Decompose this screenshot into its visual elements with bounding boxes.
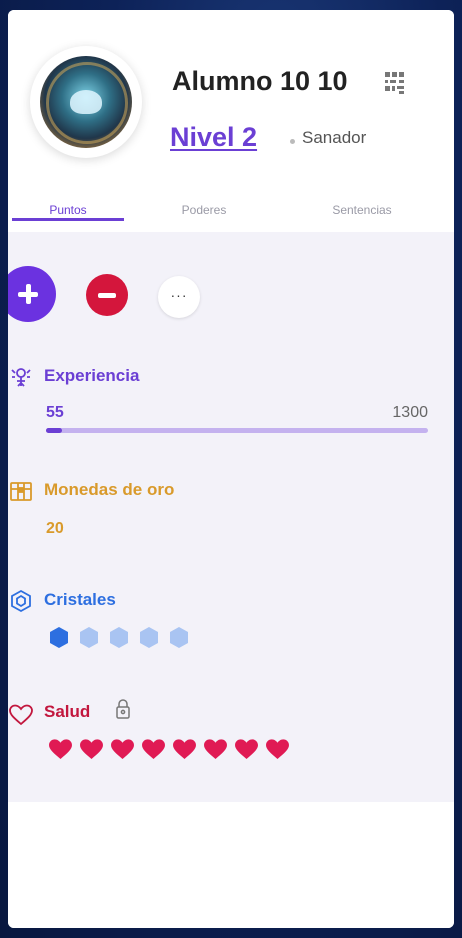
lock-icon[interactable] [114, 698, 132, 720]
level-link[interactable]: Nivel 2 [170, 122, 257, 153]
experience-progress-bar [46, 428, 428, 433]
more-options-button[interactable]: ··· [158, 276, 200, 318]
heart-outline-icon [9, 704, 33, 726]
heart-icon [173, 739, 196, 760]
student-card: Alumno 10 10 Nivel 2 Sanador Puntos Pode… [8, 10, 454, 928]
avatar-image [40, 56, 132, 148]
heart-icon [111, 739, 134, 760]
heart-icon [266, 739, 289, 760]
gold-value: 20 [46, 520, 64, 537]
gold-label: Monedas de oro [44, 480, 175, 499]
add-points-button[interactable] [8, 266, 56, 322]
health-meter [48, 738, 290, 760]
crystal-empty-icon [110, 627, 128, 648]
points-panel: ··· Experiencia 55 1300 Monedas de oro 2… [8, 232, 454, 802]
more-dots-icon: ··· [170, 287, 188, 303]
remove-points-button[interactable] [86, 274, 128, 316]
crystal-filled-icon [50, 627, 68, 648]
crystal-empty-icon [80, 627, 98, 648]
student-name: Alumno 10 10 [172, 66, 348, 96]
separator-dot [290, 139, 295, 144]
tab-points[interactable]: Puntos [12, 190, 124, 230]
experience-max: 1300 [392, 404, 428, 421]
experience-icon [11, 368, 31, 387]
heart-icon [80, 739, 103, 760]
crystal-empty-icon [140, 627, 158, 648]
avatar[interactable] [30, 46, 142, 158]
crystal-meter [48, 626, 190, 650]
bottom-spacer [8, 802, 454, 928]
heart-icon [49, 739, 72, 760]
experience-value: 55 [46, 404, 64, 421]
tab-powers[interactable]: Poderes [148, 190, 260, 230]
crystal-empty-icon [170, 627, 188, 648]
tab-bar: Puntos Poderes Sentencias [8, 190, 454, 233]
qr-code-icon[interactable] [384, 70, 406, 96]
crystals-label: Cristales [44, 590, 116, 609]
crystal-icon [11, 589, 31, 613]
health-label: Salud [44, 702, 91, 721]
heart-icon [204, 739, 227, 760]
heart-icon [235, 739, 258, 760]
experience-progress-fill [46, 428, 63, 433]
class-name: Sanador [302, 128, 367, 147]
profile-header: Alumno 10 10 Nivel 2 Sanador Puntos Pode… [8, 10, 454, 233]
minus-icon [98, 292, 116, 298]
active-tab-indicator [12, 218, 124, 221]
treasure-chest-icon [10, 482, 32, 501]
experience-label: Experiencia [44, 366, 140, 385]
tab-sentences[interactable]: Sentencias [292, 190, 432, 230]
heart-icon [142, 739, 165, 760]
